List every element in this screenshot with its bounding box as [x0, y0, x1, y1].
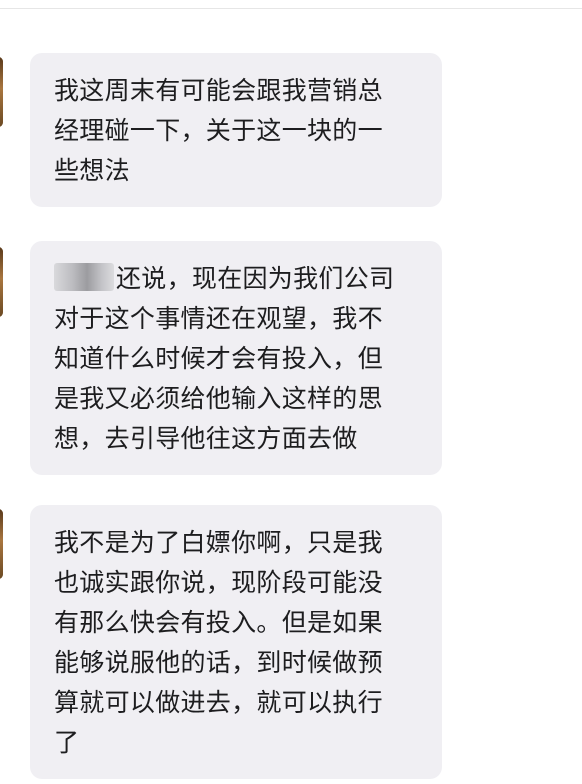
message-bubble-1[interactable]: 我这周末有可能会跟我营销总 经理碰一下，关于这一块的一 些想法 [30, 53, 442, 207]
message-text-line: 还说，现在因为我们公司 [54, 259, 418, 299]
redacted-name-blur [54, 263, 114, 291]
message-text-line: 知道什么时候才会有投入，但 [54, 344, 383, 373]
sender-avatar[interactable] [0, 509, 3, 579]
message-bubble-2[interactable]: 还说，现在因为我们公司 对于这个事情还在观望，我不 知道什么时候才会有投入，但 … [30, 241, 442, 475]
message-text-line: 些想法 [54, 156, 130, 185]
message-text-line: 是我又必须给他输入这样的思 [54, 384, 383, 413]
message-bubble-3[interactable]: 我不是为了白嫖你啊，只是我 也诚实跟你说，现阶段可能没 有那么快会有投入。但是如… [30, 505, 442, 779]
message-text-line: 对于这个事情还在观望，我不 [54, 304, 383, 333]
message-text-line: 想，去引导他往这方面去做 [54, 424, 358, 453]
sender-avatar[interactable] [0, 57, 3, 127]
message-text-fragment: 还说，现在因为我们公司 [116, 264, 395, 293]
message-text-line: 能够说服他的话，到时候做预 [54, 648, 383, 677]
chat-message-list[interactable]: 我这周末有可能会跟我营销总 经理碰一下，关于这一块的一 些想法 还说，现在因为我… [0, 9, 582, 784]
message-text-line: 我这周末有可能会跟我营销总 [54, 76, 383, 105]
message-text-line: 有那么快会有投入。但是如果 [54, 608, 383, 637]
message-text-line: 我不是为了白嫖你啊，只是我 [54, 528, 383, 557]
sender-avatar[interactable] [0, 247, 3, 317]
message-text-line: 经理碰一下，关于这一块的一 [54, 116, 383, 145]
message-text-line: 也诚实跟你说，现阶段可能没 [54, 568, 383, 597]
message-text-line: 了 [54, 728, 80, 757]
message-text-line: 算就可以做进去，就可以执行 [54, 688, 383, 717]
